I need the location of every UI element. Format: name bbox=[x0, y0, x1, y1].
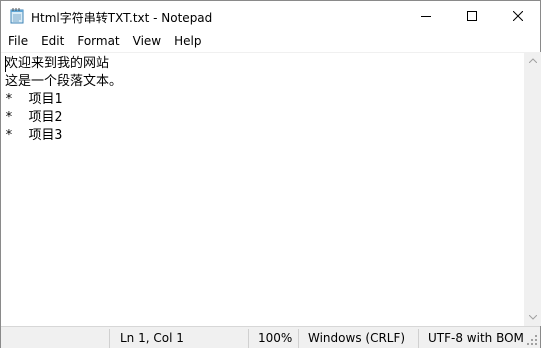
maximize-icon bbox=[467, 11, 477, 21]
scroll-up-button[interactable] bbox=[524, 52, 541, 69]
menu-file[interactable]: File bbox=[1, 32, 34, 51]
notepad-icon[interactable] bbox=[10, 8, 24, 24]
close-icon bbox=[513, 11, 523, 21]
menu-bar: File Edit Format View Help bbox=[1, 32, 540, 51]
vertical-scrollbar[interactable] bbox=[524, 52, 541, 326]
status-bar: Ln 1, Col 1 100% Windows (CRLF) UTF-8 wi… bbox=[1, 326, 540, 348]
status-encoding: UTF-8 with BOM bbox=[428, 331, 524, 345]
status-line-ending: Windows (CRLF) bbox=[308, 331, 406, 345]
scroll-down-button[interactable] bbox=[524, 309, 541, 326]
menu-edit[interactable]: Edit bbox=[34, 32, 70, 51]
title-bar[interactable]: Html字符串转TXT.txt - Notepad bbox=[1, 1, 540, 31]
scroll-up-arrow-icon bbox=[528, 58, 537, 63]
status-separator bbox=[418, 329, 419, 348]
menu-help[interactable]: Help bbox=[167, 32, 207, 51]
status-cursor-position: Ln 1, Col 1 bbox=[120, 331, 184, 345]
text-editor[interactable]: 欢迎来到我的网站 这是一个段落文本。 * 项目1 * 项目2 * 项目3 bbox=[1, 52, 524, 326]
window-title: Html字符串转TXT.txt - Notepad bbox=[31, 11, 213, 25]
status-separator bbox=[109, 329, 110, 348]
text-caret bbox=[5, 56, 6, 72]
status-separator bbox=[298, 329, 299, 348]
notepad-window: Html字符串转TXT.txt - Notepad File Edit Form… bbox=[0, 0, 541, 348]
status-zoom: 100% bbox=[258, 331, 293, 345]
maximize-button[interactable] bbox=[449, 1, 495, 31]
editor-content[interactable]: 欢迎来到我的网站 这是一个段落文本。 * 项目1 * 项目2 * 项目3 bbox=[5, 55, 122, 145]
close-button[interactable] bbox=[495, 1, 541, 31]
scroll-down-arrow-icon bbox=[528, 315, 537, 320]
resize-grip-icon[interactable] bbox=[526, 334, 538, 346]
minimize-icon bbox=[421, 16, 431, 17]
status-separator bbox=[248, 329, 249, 348]
menu-view[interactable]: View bbox=[126, 32, 167, 51]
menu-format[interactable]: Format bbox=[70, 32, 125, 51]
minimize-button[interactable] bbox=[403, 1, 449, 31]
